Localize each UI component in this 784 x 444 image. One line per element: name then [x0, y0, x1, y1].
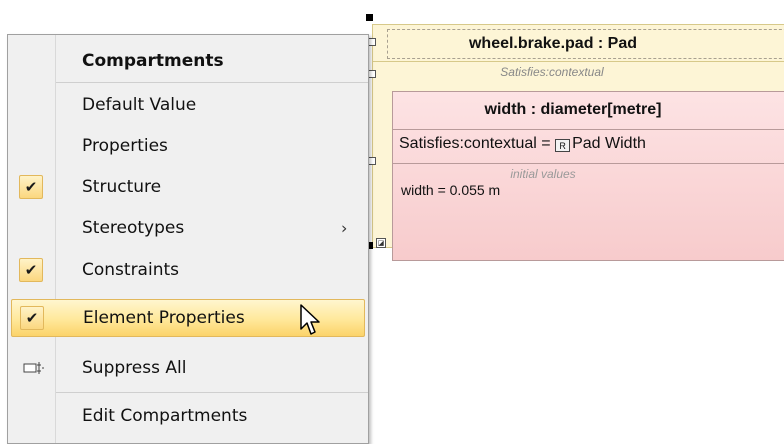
- menu-item-label: Element Properties: [83, 308, 245, 328]
- menu-item-label: Suppress All: [82, 358, 187, 378]
- part-compartment-divider: [373, 61, 784, 62]
- initial-values-divider: [393, 163, 784, 164]
- mouse-pointer-icon: [300, 304, 320, 335]
- value-property-divider: [393, 129, 784, 130]
- part-header: wheel.brake.pad : Pad: [387, 29, 784, 59]
- requirement-name: Pad Width: [572, 135, 646, 152]
- menu-separator: [56, 392, 368, 393]
- checkmark-icon: ✔: [19, 258, 43, 282]
- menu-separator: [56, 82, 368, 83]
- selection-handle-top[interactable]: [366, 14, 373, 21]
- submenu-arrow-icon: ›: [341, 218, 348, 238]
- value-property-title: width : diameter[metre]: [484, 101, 662, 118]
- menu-item-edit-compartments[interactable]: Edit Compartments: [9, 396, 367, 436]
- part-property-shape[interactable]: wheel.brake.pad : Pad Satisfies:contextu…: [372, 24, 784, 261]
- compartments-context-menu: Compartments Default Value Properties ✔ …: [7, 34, 369, 444]
- menu-item-label: Default Value: [82, 95, 197, 115]
- menu-item-constraints[interactable]: ✔ Constraints: [9, 250, 367, 290]
- menu-item-properties[interactable]: Properties: [9, 126, 367, 166]
- menu-item-label: Properties: [82, 136, 168, 156]
- menu-item-label: Stereotypes: [82, 218, 185, 238]
- initial-value-text: width = 0.055 m: [401, 182, 501, 198]
- requirement-icon: R: [555, 139, 571, 152]
- menu-item-structure[interactable]: ✔ Structure: [9, 167, 367, 207]
- compartment-toggle-lower[interactable]: [368, 157, 376, 165]
- suppress-all-icon: [23, 362, 44, 374]
- satisfies-prefix: Satisfies:contextual =: [399, 135, 556, 152]
- compartment-toggle-middle[interactable]: [368, 70, 376, 78]
- part-stereotype-label: Satisfies:contextual: [500, 65, 604, 79]
- menu-item-label: Structure: [82, 177, 162, 197]
- menu-item-label: Edit Compartments: [82, 406, 248, 426]
- checkmark-icon: ✔: [20, 306, 44, 330]
- shape-resize-icon[interactable]: ◪: [376, 238, 386, 248]
- compartment-toggle-top[interactable]: [368, 38, 376, 46]
- checkmark-icon: ✔: [19, 175, 43, 199]
- value-property-shape[interactable]: width : diameter[metre] Satisfies:contex…: [392, 91, 784, 261]
- menu-item-default-value[interactable]: Default Value: [9, 85, 367, 125]
- menu-item-suppress-all[interactable]: Suppress All: [9, 348, 367, 388]
- menu-header-compartments: Compartments: [9, 41, 367, 81]
- menu-item-label: Constraints: [82, 260, 179, 280]
- initial-values-label: initial values: [510, 167, 576, 181]
- satisfies-tag-value: Satisfies:contextual = R Pad Width: [399, 135, 646, 153]
- part-title: wheel.brake.pad : Pad: [468, 35, 638, 52]
- menu-item-stereotypes[interactable]: Stereotypes ›: [9, 208, 367, 248]
- menu-header-label: Compartments: [82, 51, 224, 71]
